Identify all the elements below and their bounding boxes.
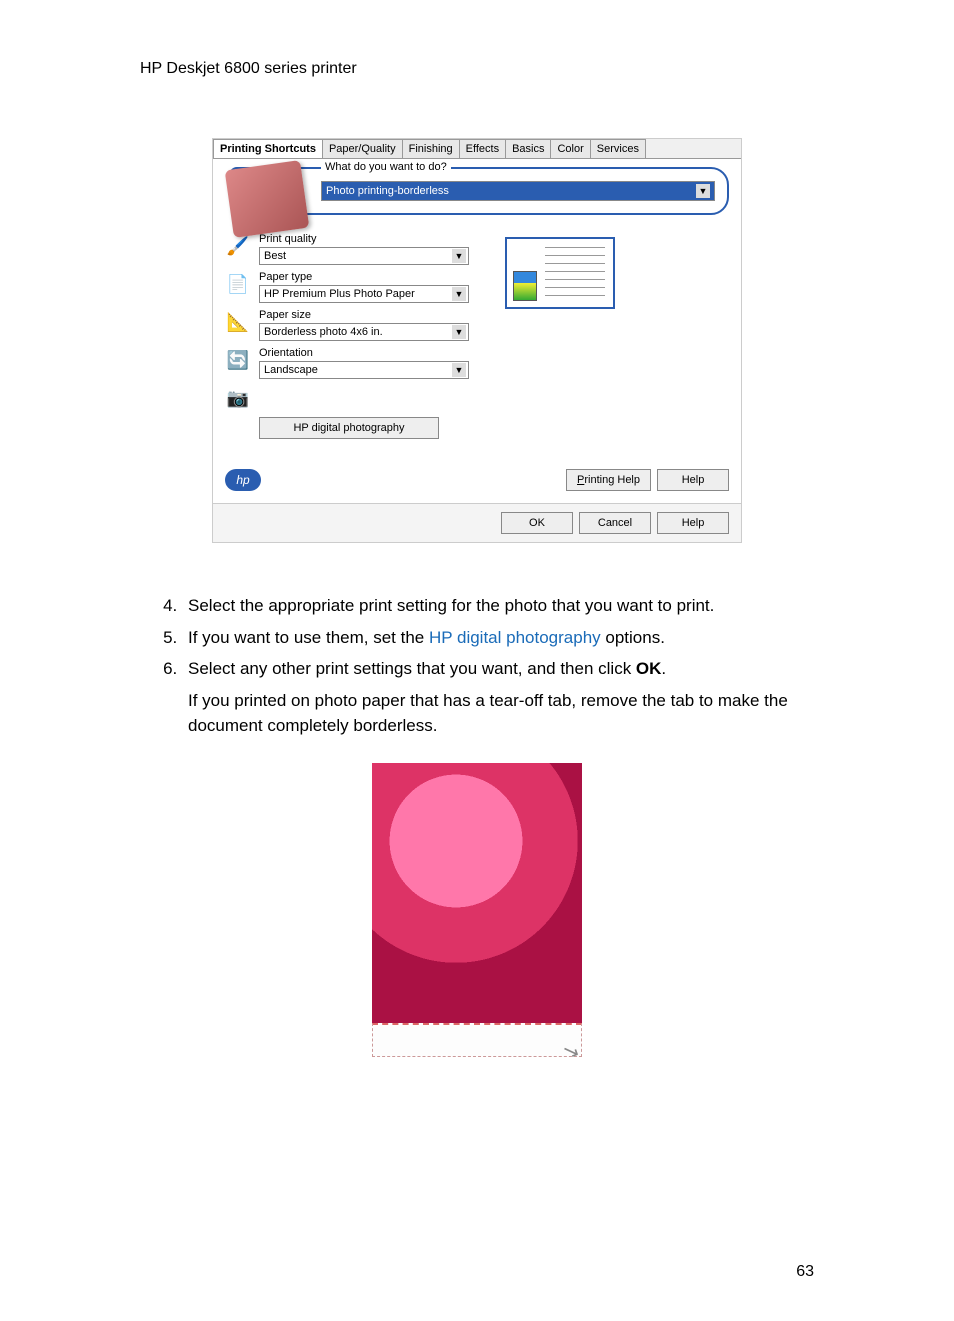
print-quality-value: Best [264, 250, 286, 262]
chevron-down-icon: ▼ [696, 184, 710, 198]
paper-type-value: HP Premium Plus Photo Paper [264, 288, 415, 300]
wtd-select[interactable]: Photo printing-borderless ▼ [321, 181, 715, 201]
step-6-post: . [661, 659, 666, 678]
hp-digital-photography-button[interactable]: HP digital photography [259, 417, 439, 439]
page-number: 63 [796, 1263, 814, 1281]
printing-help-label: Printing Help [577, 474, 640, 486]
step-5-post: options. [601, 628, 665, 647]
tab-color[interactable]: Color [550, 139, 590, 158]
tab-effects[interactable]: Effects [459, 139, 506, 158]
orientation-icon: 🔄 [225, 347, 251, 373]
print-quality-select[interactable]: Best ▼ [259, 247, 469, 265]
photo-thumbnail-icon [225, 160, 310, 238]
step-6-pre: Select any other print settings that you… [188, 659, 636, 678]
help-button-tab[interactable]: Help [657, 469, 729, 491]
paper-size-icon: 📐 [225, 309, 251, 335]
dialog-tabs: Printing Shortcuts Paper/Quality Finishi… [213, 139, 741, 159]
flower-photo [372, 763, 582, 1023]
tear-arrow-icon: ↘ [558, 1032, 586, 1060]
cancel-button[interactable]: Cancel [579, 512, 651, 534]
page-header: HP Deskjet 6800 series printer [140, 60, 814, 78]
help-button-footer[interactable]: Help [657, 512, 729, 534]
chevron-down-icon: ▼ [452, 363, 466, 377]
wtd-value: Photo printing-borderless [326, 185, 449, 197]
ink-level-icon [513, 271, 537, 301]
print-quality-label: Print quality [259, 233, 485, 245]
flower-figure: ↘ [372, 763, 582, 1057]
paper-size-label: Paper size [259, 309, 485, 321]
paper-type-select[interactable]: HP Premium Plus Photo Paper ▼ [259, 285, 469, 303]
step-5-pre: If you want to use them, set the [188, 628, 429, 647]
paper-type-label: Paper type [259, 271, 485, 283]
step-4: Select the appropriate print setting for… [182, 593, 814, 619]
orientation-value: Landscape [264, 364, 318, 376]
printing-help-button[interactable]: Printing Help [566, 469, 651, 491]
tab-basics[interactable]: Basics [505, 139, 551, 158]
wtd-legend: What do you want to do? [321, 161, 451, 173]
orientation-select[interactable]: Landscape ▼ [259, 361, 469, 379]
paper-size-value: Borderless photo 4x6 in. [264, 326, 383, 338]
hp-logo-icon[interactable]: hp [225, 469, 261, 491]
instructions: Select the appropriate print setting for… [140, 593, 814, 1057]
tab-finishing[interactable]: Finishing [402, 139, 460, 158]
chevron-down-icon: ▼ [452, 325, 466, 339]
print-dialog-figure: Printing Shortcuts Paper/Quality Finishi… [212, 138, 742, 543]
what-do-you-want-group: What do you want to do? Photo printing-b… [229, 167, 729, 215]
paper-type-icon: 📄 [225, 271, 251, 297]
orientation-label: Orientation [259, 347, 485, 359]
followup-note: If you printed on photo paper that has a… [188, 688, 814, 739]
hp-digital-link[interactable]: HP digital photography [429, 628, 601, 647]
tab-printing-shortcuts[interactable]: Printing Shortcuts [213, 139, 323, 158]
chevron-down-icon: ▼ [452, 287, 466, 301]
print-preview [505, 237, 615, 309]
ok-button[interactable]: OK [501, 512, 573, 534]
step-6-ok: OK [636, 659, 662, 678]
paper-size-select[interactable]: Borderless photo 4x6 in. ▼ [259, 323, 469, 341]
chevron-down-icon: ▼ [452, 249, 466, 263]
camera-icon: 📷 [225, 385, 251, 411]
step-6: Select any other print settings that you… [182, 656, 814, 682]
tab-services[interactable]: Services [590, 139, 646, 158]
dialog-footer: OK Cancel Help [213, 503, 741, 542]
tab-paper-quality[interactable]: Paper/Quality [322, 139, 403, 158]
step-5: If you want to use them, set the HP digi… [182, 625, 814, 651]
tear-off-tab: ↘ [372, 1023, 582, 1057]
